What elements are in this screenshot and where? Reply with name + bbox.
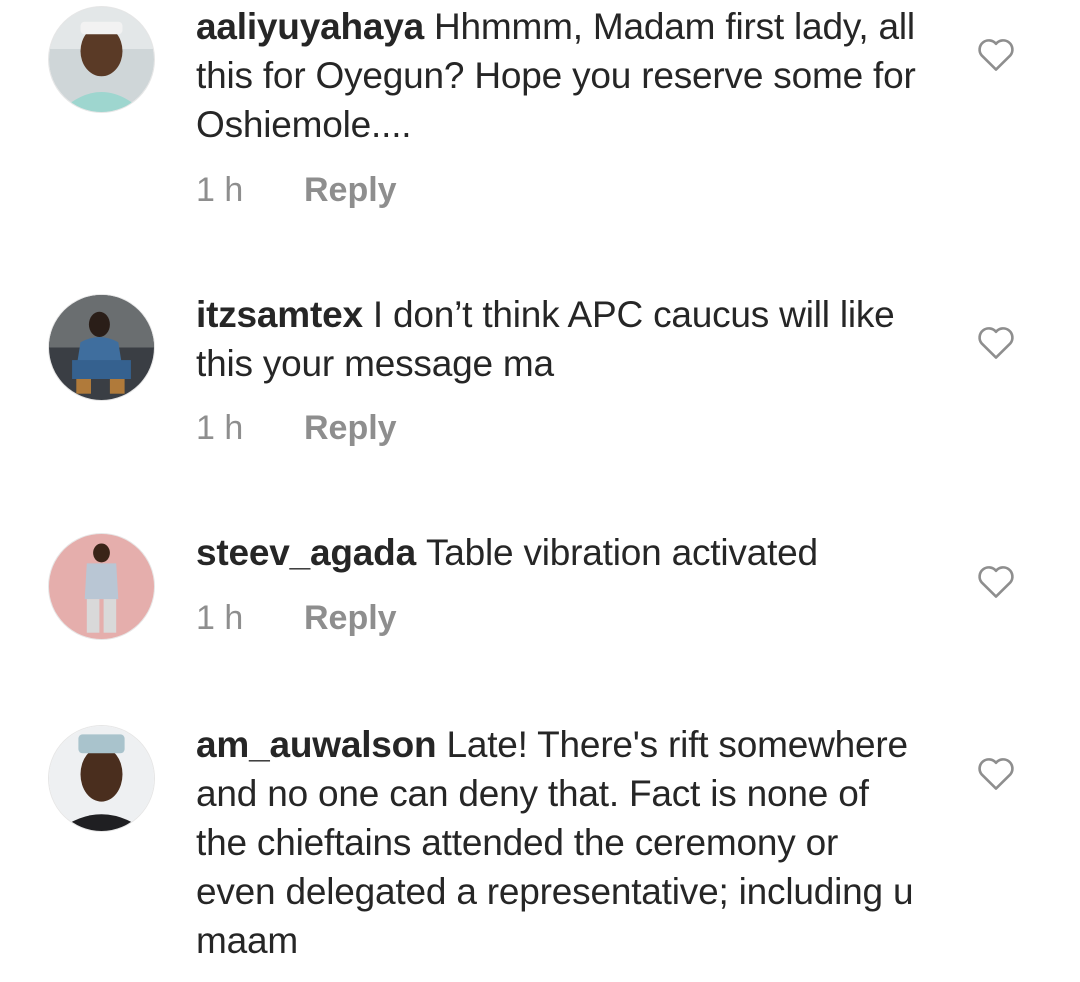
avatar[interactable] xyxy=(48,6,155,113)
heart-outline-icon[interactable] xyxy=(976,563,1016,599)
reply-button[interactable]: Reply xyxy=(304,171,397,209)
comment-text-block: aaliyuyahaya Hhmmm, Madam first lady, all… xyxy=(196,2,916,149)
avatar-image xyxy=(49,534,154,639)
comment-body: Table vibration activated xyxy=(425,532,818,573)
comment-meta: 1 h Reply xyxy=(196,170,397,210)
heart-outline-icon[interactable] xyxy=(976,324,1016,360)
comment-username[interactable]: aaliyuyahaya xyxy=(196,6,424,47)
comment-meta: 1 h Reply xyxy=(196,408,397,448)
comment-text-block: am_auwalson Late! There's rift somewhere … xyxy=(196,720,916,965)
comment-username[interactable]: steev_agada xyxy=(196,532,416,573)
comment-text-block: steev_agada Table vibration activated xyxy=(196,528,916,577)
avatar[interactable] xyxy=(48,725,155,832)
avatar[interactable] xyxy=(48,533,155,640)
heart-outline-icon[interactable] xyxy=(976,36,1016,72)
comment-meta: 1 h Reply xyxy=(196,598,397,638)
reply-button[interactable]: Reply xyxy=(304,409,397,447)
heart-outline-icon[interactable] xyxy=(976,755,1016,791)
reply-button[interactable]: Reply xyxy=(304,599,397,637)
comment-time: 1 h xyxy=(196,171,244,209)
avatar-image xyxy=(49,295,154,400)
comment-time: 1 h xyxy=(196,409,244,447)
comment-text-block: itzsamtex I don’t think APC caucus will l… xyxy=(196,290,916,388)
avatar-image xyxy=(49,7,154,112)
comment-username[interactable]: am_auwalson xyxy=(196,724,437,765)
comment-time: 1 h xyxy=(196,599,244,637)
comment-username[interactable]: itzsamtex xyxy=(196,294,363,335)
avatar-image xyxy=(49,726,154,831)
avatar[interactable] xyxy=(48,294,155,401)
